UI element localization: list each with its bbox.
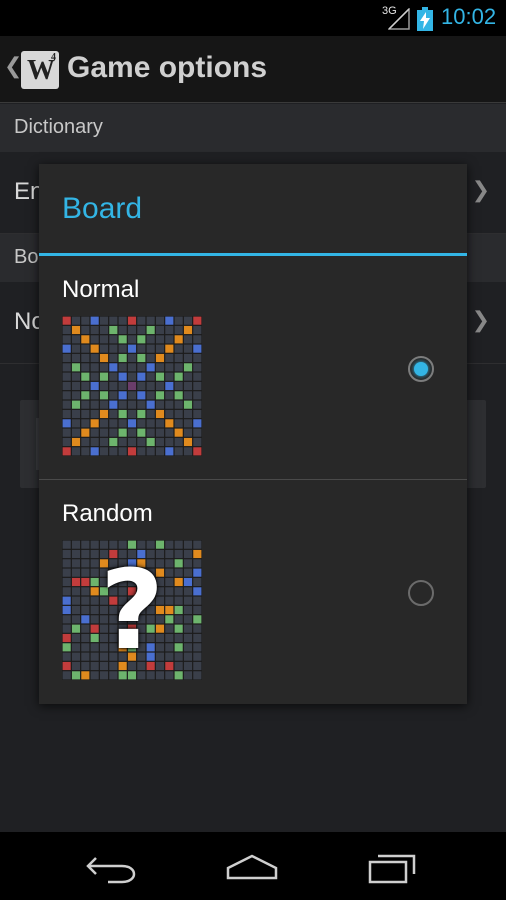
option-normal[interactable]: Normal xyxy=(39,256,467,480)
dialog-title: Board xyxy=(62,192,143,225)
navigation-bar xyxy=(0,832,506,900)
app-logo[interactable]: W 4 xyxy=(21,51,59,89)
recent-apps-icon[interactable] xyxy=(364,844,424,888)
status-bar: 3G 10:02 xyxy=(0,0,506,36)
back-icon[interactable] xyxy=(82,844,142,888)
battery-charging-icon xyxy=(417,7,433,31)
dictionary-section-header: Dictionary xyxy=(0,104,506,152)
up-caret-icon[interactable]: ❮ xyxy=(4,54,22,79)
radio-normal[interactable] xyxy=(408,356,434,382)
page-title: Game options xyxy=(67,51,268,84)
home-icon[interactable] xyxy=(222,844,282,888)
signal-icon xyxy=(388,8,410,30)
option-label: Random xyxy=(62,500,153,527)
chevron-right-icon: ❯ xyxy=(471,308,490,333)
board-dialog: Board Normal Random ? xyxy=(39,164,467,704)
action-bar: ❮ W 4 Game options xyxy=(0,36,506,103)
clock: 10:02 xyxy=(441,4,497,29)
option-label: Normal xyxy=(62,276,140,303)
normal-board-preview xyxy=(62,316,202,456)
radio-random[interactable] xyxy=(408,580,434,606)
chevron-right-icon: ❯ xyxy=(471,178,490,203)
question-mark-icon: ? xyxy=(100,546,164,674)
option-random[interactable]: Random ? xyxy=(39,480,467,704)
